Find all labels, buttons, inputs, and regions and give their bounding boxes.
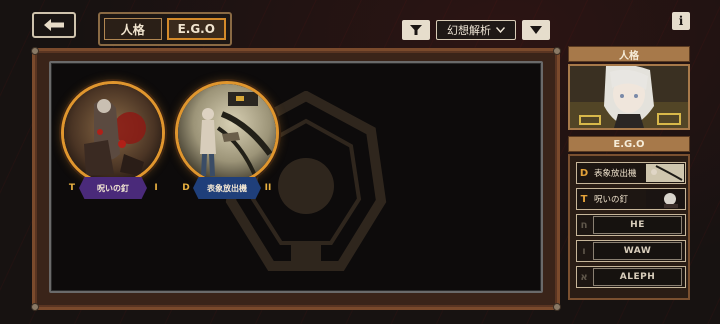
identity-header: 人格 — [568, 46, 690, 62]
ego-grade-mark: I — [154, 183, 158, 193]
identity-portrait-image — [570, 66, 688, 128]
ego-grid: 呪いの釘 T I 表象放出機 D II — [49, 61, 543, 293]
ego-list-panel: 呪いの釘 T I 表象放出機 D II — [31, 47, 561, 311]
back-arrow-icon — [44, 19, 64, 31]
filter-icon — [410, 25, 422, 35]
slot-ego-name: 表象放出機 — [594, 169, 637, 179]
ego-slot-zayin[interactable]: D 表象放出機 — [576, 162, 686, 184]
view-tabs: 人格 E.G.O — [98, 12, 232, 46]
slot-empty-label: WAW — [593, 242, 682, 260]
slot-grade-icon: א — [580, 271, 588, 283]
ego-slot-teth[interactable]: T 呪いの釘 — [576, 188, 686, 210]
slot-thumbnail — [646, 164, 684, 182]
rivet — [553, 303, 561, 311]
rivet — [553, 47, 561, 55]
rivet — [31, 47, 39, 55]
filter-button[interactable] — [402, 20, 430, 40]
slot-ego-name: 呪いの釘 — [594, 195, 629, 205]
ego-card[interactable]: 表象放出機 D II — [175, 81, 283, 203]
sort-dropdown[interactable]: 幻想解析 — [436, 20, 516, 40]
ego-art — [61, 81, 165, 185]
slot-grade-icon: T — [580, 193, 588, 205]
ego-card[interactable]: 呪いの釘 T I — [61, 81, 169, 203]
sort-order-icon — [530, 26, 542, 34]
back-button[interactable] — [32, 12, 76, 38]
rivet — [31, 303, 39, 311]
ego-grade-mark: II — [264, 183, 272, 193]
ego-name: 表象放出機 — [207, 183, 247, 193]
ego-name-label: 表象放出機 — [193, 177, 261, 199]
ego-art-image — [64, 84, 162, 182]
ego-slot-waw[interactable]: ו WAW — [576, 240, 686, 262]
slot-grade-icon: D — [579, 167, 589, 179]
slot-thumbnail — [646, 190, 684, 208]
ego-name: 呪いの釘 — [97, 183, 129, 193]
ego-art-image — [178, 84, 276, 182]
ego-sin-mark: T — [68, 183, 76, 193]
ego-art — [175, 81, 279, 185]
tab-identity[interactable]: 人格 — [104, 18, 162, 40]
slot-empty-label: ALEPH — [593, 268, 682, 286]
info-icon: i — [678, 14, 684, 28]
chevron-down-icon — [496, 27, 505, 33]
slot-grade-icon: ו — [582, 245, 586, 257]
ego-sin-mark: D — [182, 183, 190, 193]
ego-slot-aleph[interactable]: א ALEPH — [576, 266, 686, 288]
slot-grade-icon: ח — [580, 219, 588, 231]
sort-label: 幻想解析 — [447, 24, 491, 37]
slot-empty-label: HE — [593, 216, 682, 234]
ego-header: E.G.O — [568, 136, 690, 152]
info-button[interactable]: i — [672, 12, 690, 30]
sort-order-button[interactable] — [522, 20, 550, 40]
ego-name-label: 呪いの釘 — [79, 177, 147, 199]
equipped-panel: 人格 E.G.O D 表象放出機 T 呪いの釘 ח HE ו WAW א ALE… — [564, 44, 694, 302]
identity-portrait[interactable] — [568, 64, 690, 130]
equipped-ego-list: D 表象放出機 T 呪いの釘 ח HE ו WAW א ALEPH — [568, 154, 690, 300]
tab-ego[interactable]: E.G.O — [166, 18, 226, 40]
ego-slot-he[interactable]: ח HE — [576, 214, 686, 236]
